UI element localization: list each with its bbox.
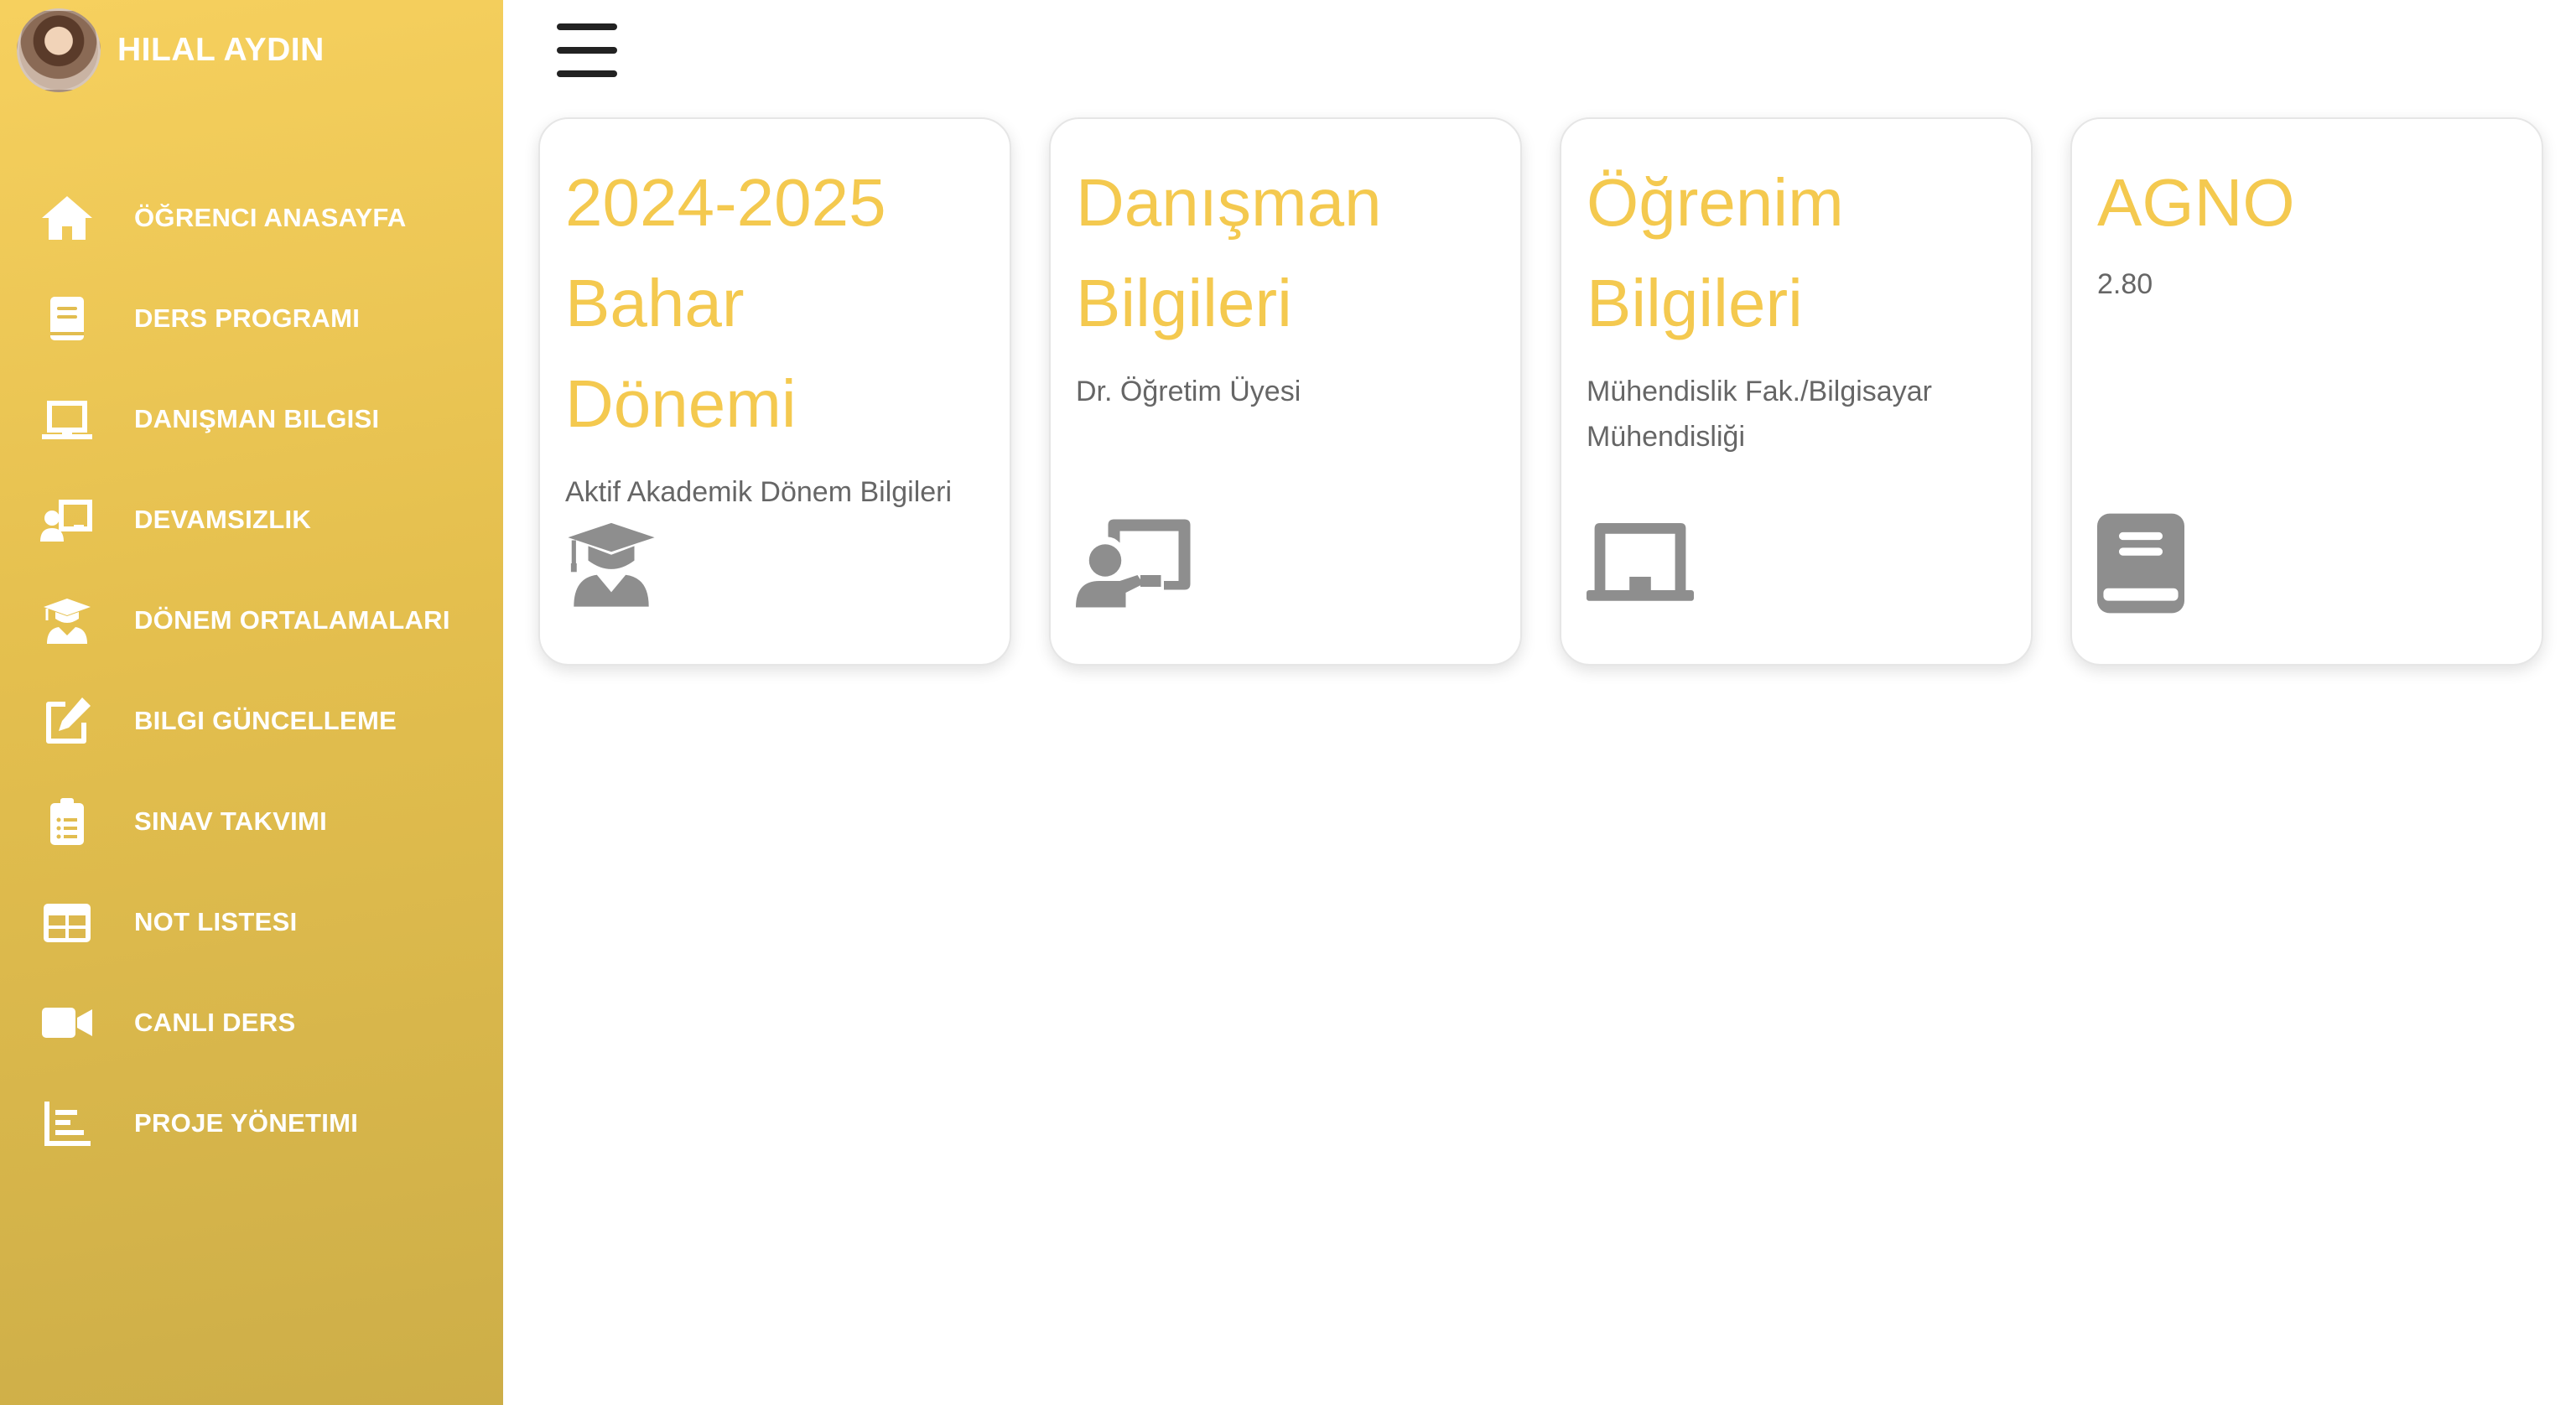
user-name: HILAL AYDIN [117, 32, 325, 68]
sidebar-item-label: BILGI GÜNCELLEME [134, 706, 397, 735]
sidebar-item-label: SINAV TAKVIMI [134, 806, 328, 836]
sidebar-item-donem-ortalamalari[interactable]: DÖNEM ORTALAMALARI [0, 570, 503, 671]
sidebar-item-label: DÖNEM ORTALAMALARI [134, 605, 450, 635]
sidebar-item-sinav-takvimi[interactable]: SINAV TAKVIMI [0, 771, 503, 872]
sidebar-item-canli-ders[interactable]: CANLI DERS [0, 972, 503, 1073]
card-advisor-info: Danışman Bilgileri Dr. Öğretim Üyesi [1049, 117, 1522, 666]
graduate-icon [39, 594, 96, 647]
card-text: Dr. Öğretim Üyesi [1076, 376, 1301, 407]
sidebar-item-bilgi-guncelleme[interactable]: BILGI GÜNCELLEME [0, 671, 503, 771]
sidebar-item-devamsizlik[interactable]: DEVAMSIZLIK [0, 469, 503, 570]
chalkboard-teacher-icon [1076, 513, 1193, 614]
sidebar-item-label: ÖĞRENCI ANASAYFA [134, 203, 407, 232]
avatar[interactable] [17, 8, 101, 92]
sidebar-item-ogrenci-anasayfa[interactable]: ÖĞRENCI ANASAYFA [0, 168, 503, 268]
user-profile[interactable]: HILAL AYDIN [17, 8, 325, 92]
card-text: Aktif Akademik Dönem Bilgileri [565, 476, 953, 508]
sidebar-item-proje-yonetimi[interactable]: PROJE YÖNETIMI [0, 1073, 503, 1174]
sidebar-item-ders-programi[interactable]: DERS PROGRAMI [0, 268, 503, 369]
card-active-term: 2024-2025 Bahar Dönemi Aktif Akademik Dö… [538, 117, 1011, 666]
sidebar-item-label: DEVAMSIZLIK [134, 505, 312, 534]
card-gpa: AGNO 2.80 [2070, 117, 2543, 666]
clipboard-list-icon [39, 795, 96, 848]
sidebar-item-label: DANIŞMAN BILGISI [134, 404, 380, 433]
hamburger-line [557, 47, 617, 54]
card-education-info: Öğrenim Bilgileri Mühendislik Fak./Bilgi… [1560, 117, 2033, 666]
chalkboard-icon [1587, 513, 1694, 614]
hamburger-line [557, 23, 617, 30]
sidebar-item-label: CANLI DERS [134, 1008, 296, 1037]
home-icon [39, 191, 96, 245]
chalkboard-teacher-icon [39, 493, 96, 547]
gpa-value: 2.80 [2097, 268, 2153, 300]
bar-chart-icon [39, 1097, 96, 1150]
sidebar-item-not-listesi[interactable]: NOT LISTESI [0, 872, 503, 972]
book-icon [39, 292, 96, 345]
sidebar-item-label: NOT LISTESI [134, 907, 298, 936]
sidebar: HILAL AYDIN ÖĞRENCI ANASAYFA DERS PROGRA… [0, 0, 503, 1405]
edit-icon [39, 694, 96, 748]
chalkboard-icon [39, 392, 96, 446]
sidebar-item-danisman-bilgisi[interactable]: DANIŞMAN BILGISI [0, 369, 503, 469]
card-text: Mühendislik Fak./Bilgisayar Mühendisliği [1587, 376, 1932, 453]
card-title: Danışman Bilgileri [1076, 165, 1382, 340]
card-title: Öğrenim Bilgileri [1587, 165, 1844, 340]
hamburger-line [557, 70, 617, 77]
hamburger-menu-button[interactable] [557, 23, 617, 77]
card-title: 2024-2025 Bahar Dönemi [565, 165, 886, 441]
graduate-icon [565, 513, 657, 614]
video-icon [39, 996, 96, 1050]
table-icon [39, 895, 96, 949]
sidebar-nav: ÖĞRENCI ANASAYFA DERS PROGRAMI DANIŞMAN … [0, 168, 503, 1174]
sidebar-item-label: PROJE YÖNETIMI [134, 1108, 359, 1138]
card-title: AGNO [2097, 165, 2295, 240]
sidebar-item-label: DERS PROGRAMI [134, 303, 361, 333]
book-icon [2097, 513, 2184, 614]
